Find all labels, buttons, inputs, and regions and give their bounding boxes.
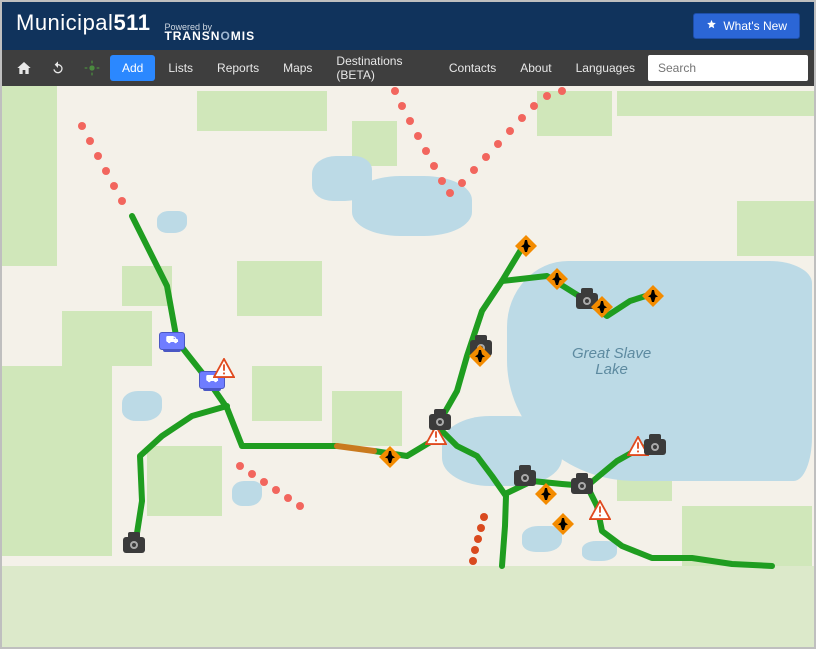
camera-marker[interactable] [571,478,593,494]
whats-new-button[interactable]: What's New [693,13,800,39]
incident-closure [469,513,488,565]
add-button[interactable]: Add [110,55,155,81]
rest-stop-marker[interactable]: ⛟ [159,332,185,350]
nav-about[interactable]: About [509,53,562,83]
nav-lists[interactable]: Lists [157,53,204,83]
nav-languages[interactable]: Languages [565,53,646,83]
locate-button[interactable] [76,54,108,82]
search-input[interactable] [648,55,808,81]
home-button[interactable] [8,54,40,82]
camera-marker[interactable] [514,470,536,486]
brand: Municipal511 Powered by TRANSNOMIS [16,10,255,42]
app-header: Municipal511 Powered by TRANSNOMIS What'… [2,2,814,50]
nav-contacts[interactable]: Contacts [438,53,507,83]
camera-marker[interactable] [123,537,145,553]
star-icon [706,19,717,33]
brand-subtitle: Powered by TRANSNOMIS [164,23,255,42]
highway-routes [132,216,772,566]
camera-marker[interactable] [429,414,451,430]
map-routes-layer [2,86,814,647]
refresh-button[interactable] [42,54,74,82]
nav-maps[interactable]: Maps [272,53,323,83]
nav-reports[interactable]: Reports [206,53,270,83]
search-container [648,55,808,81]
construction-segment [337,446,374,451]
warning-marker[interactable] [589,500,611,520]
warning-marker[interactable] [213,358,235,378]
camera-marker[interactable] [644,439,666,455]
nav-destinations[interactable]: Destinations (BETA) [325,46,435,90]
whats-new-label: What's New [723,19,787,33]
map-viewport[interactable]: Great SlaveLake [2,86,814,647]
brand-title: Municipal511 [16,10,150,36]
brand-suffix: 511 [113,10,150,35]
brand-prefix: Municipal [16,10,113,35]
powered-by-brand: TRANSNOMIS [164,29,255,43]
toolbar: Add Lists Reports Maps Destinations (BET… [2,50,814,86]
